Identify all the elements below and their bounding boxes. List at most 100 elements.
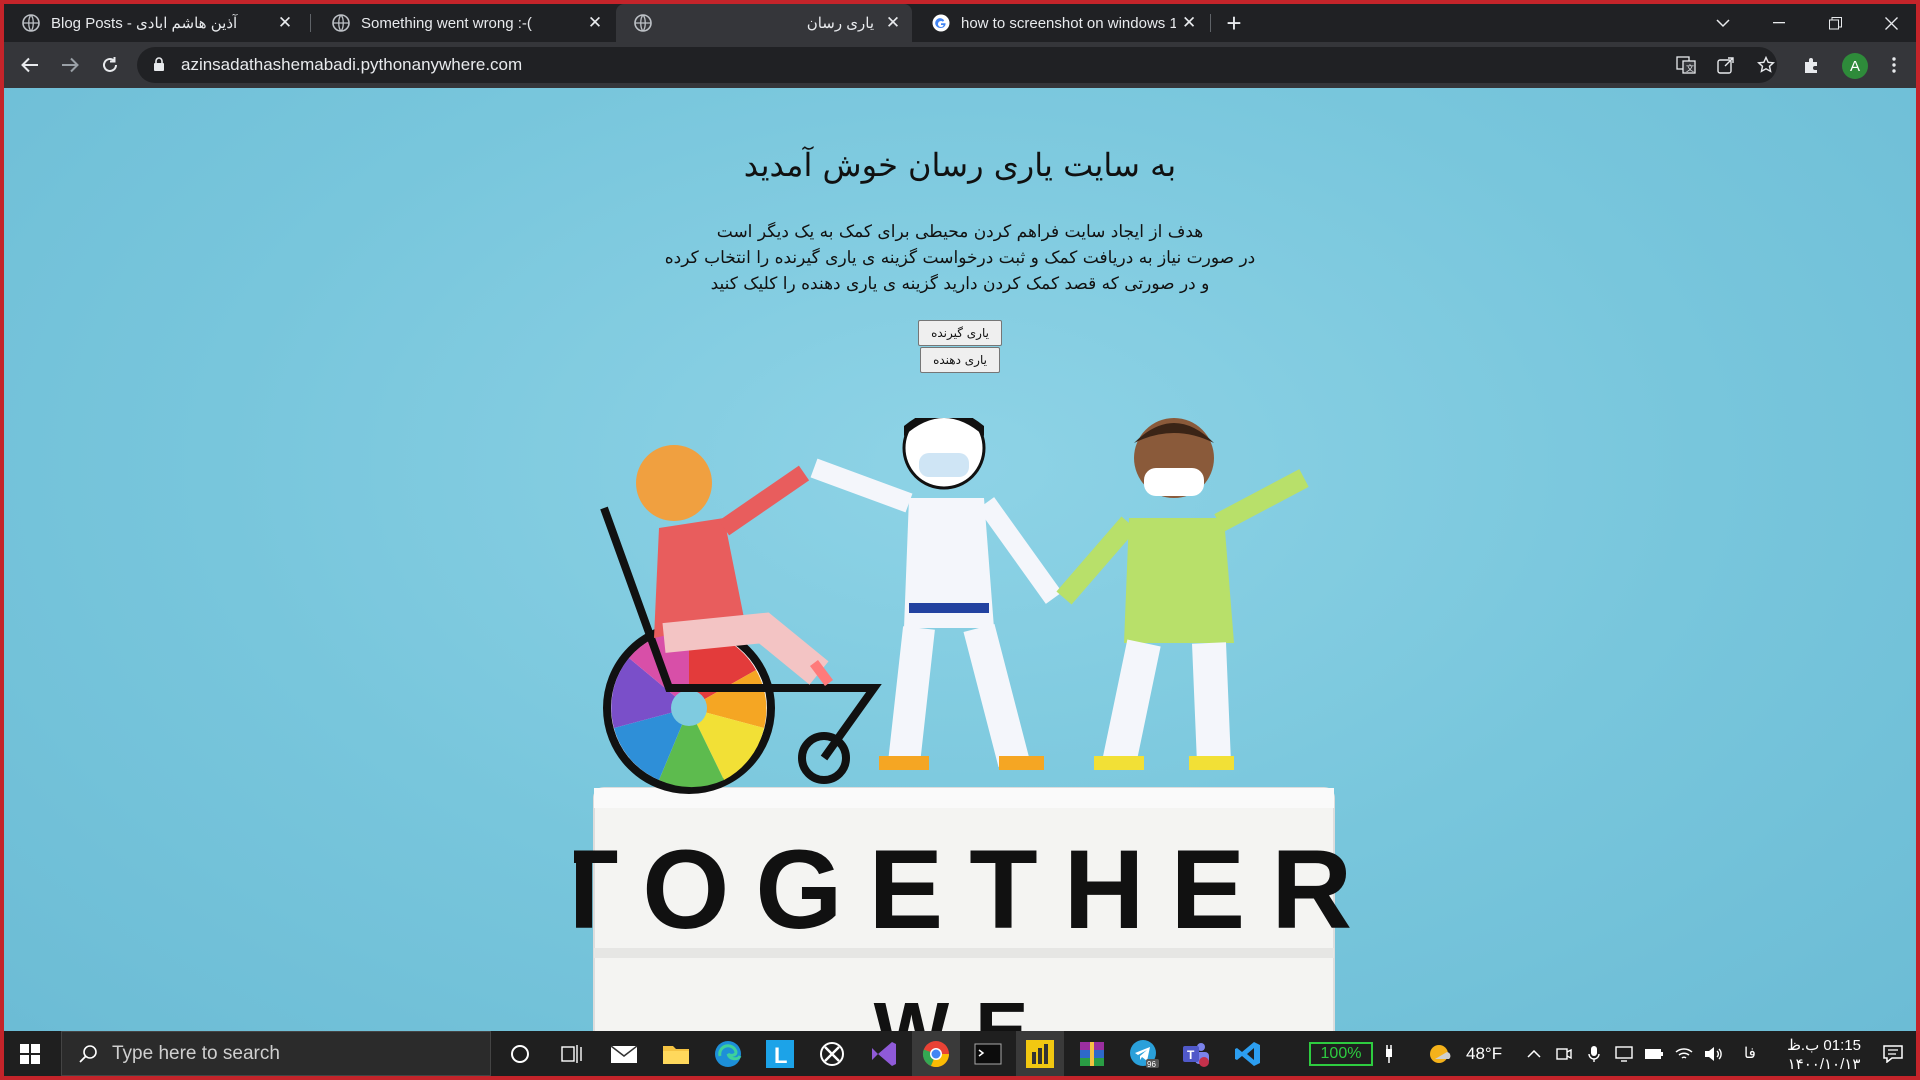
tab-strip: Blog Posts - آذین هاشم ابادی ✕ Something… — [4, 4, 1916, 42]
page-title: به سایت یاری رسان خوش آمدید — [743, 146, 1177, 184]
close-tab-icon[interactable]: ✕ — [1176, 10, 1202, 36]
taskbar-search-box[interactable]: Type here to search — [61, 1031, 491, 1076]
close-tab-icon[interactable]: ✕ — [880, 10, 906, 36]
vscode-app[interactable] — [1224, 1031, 1272, 1076]
close-tab-icon[interactable]: ✕ — [582, 10, 608, 36]
tab-title: how to screenshot on windows 1 — [961, 14, 1177, 32]
browser-toolbar: azinsadathashemabadi.pythonanywhere.com … — [4, 42, 1916, 88]
teams-app[interactable]: T — [1172, 1031, 1220, 1076]
help-receiver-button[interactable]: یاری گیرنده — [918, 320, 1002, 346]
powerbi-app[interactable] — [1016, 1031, 1064, 1076]
svg-text:T: T — [1187, 1048, 1195, 1062]
cortana-icon — [511, 1044, 529, 1063]
terminal-icon — [974, 1043, 1002, 1064]
close-icon — [1884, 16, 1898, 30]
intro-line: هدف از ایجاد سایت فراهم کردن محیطی برای … — [716, 222, 1204, 242]
restore-icon — [1828, 16, 1842, 29]
weather-icon[interactable] — [1422, 1031, 1458, 1076]
globe-icon — [22, 14, 40, 32]
url-text: azinsadathashemabadi.pythonanywhere.com — [181, 55, 523, 74]
intro-line: و در صورتی که قصد کمک کردن دارید گزینه ی… — [710, 274, 1210, 294]
svg-text:L: L — [774, 1043, 787, 1068]
vscode-icon — [1235, 1041, 1260, 1066]
minimize-button[interactable] — [1756, 4, 1802, 42]
intro-paragraph: هدف از ایجاد سایت فراهم کردن محیطی برای … — [4, 219, 1916, 297]
battery-percentage[interactable]: 100% — [1309, 1042, 1373, 1066]
telegram-badge: 96 — [1147, 1060, 1156, 1069]
puzzle-icon — [1805, 58, 1817, 73]
notification-icon — [1883, 1044, 1903, 1063]
l-app-icon: L — [766, 1039, 794, 1068]
close-tab-icon[interactable]: ✕ — [272, 10, 298, 36]
telegram-app[interactable]: 96 — [1120, 1031, 1168, 1076]
volume-icon[interactable] — [1700, 1031, 1728, 1076]
menu-button[interactable] — [1882, 49, 1906, 81]
clock-date: ۱۴۰۰/۱۰/۱۳ — [1787, 1056, 1861, 1073]
chevron-up-icon[interactable] — [1520, 1031, 1548, 1076]
start-button[interactable] — [6, 1031, 54, 1076]
chrome-icon — [922, 1040, 949, 1067]
bookmark-star-icon[interactable] — [1755, 56, 1777, 74]
tab-something-went-wrong[interactable]: Something went wrong :-( ✕ — [314, 4, 614, 42]
profile-avatar[interactable]: A — [1842, 53, 1868, 79]
meet-now-icon[interactable] — [1550, 1031, 1578, 1076]
restore-button[interactable] — [1812, 4, 1858, 42]
back-button[interactable] — [14, 49, 46, 81]
visual-studio-icon — [872, 1041, 896, 1066]
weather-temp[interactable]: 48°F — [1466, 1044, 1502, 1064]
tab-how-to-screenshot[interactable]: how to screenshot on windows 1 ✕ — [914, 4, 1208, 42]
mail-app[interactable] — [600, 1031, 648, 1076]
clock[interactable]: 01:15 ب.ظ ۱۴۰۰/۱۰/۱۳ — [1782, 1033, 1866, 1074]
wifi-icon[interactable] — [1670, 1031, 1698, 1076]
clock-time: 01:15 ب.ظ — [1787, 1037, 1861, 1054]
cortana-button[interactable] — [496, 1031, 544, 1076]
svg-text:文: 文 — [1686, 63, 1694, 73]
browser-window: Blog Posts - آذین هاشم ابادی ✕ Something… — [4, 4, 1916, 1031]
edge-app[interactable] — [704, 1031, 752, 1076]
terminal-app[interactable] — [964, 1031, 1012, 1076]
new-tab-button[interactable]: + — [1220, 8, 1248, 38]
share-icon[interactable] — [1715, 56, 1737, 74]
extensions-button[interactable] — [1796, 49, 1828, 81]
reload-button[interactable] — [94, 49, 126, 81]
file-explorer-app[interactable] — [652, 1031, 700, 1076]
help-giver-button[interactable]: یاری دهنده — [920, 347, 1000, 373]
tab-title: یاری رسان — [806, 15, 874, 32]
more-vertical-icon — [1892, 57, 1896, 73]
address-bar[interactable]: azinsadathashemabadi.pythonanywhere.com … — [137, 47, 1777, 83]
arrow-left-icon — [21, 57, 38, 73]
tab-yari-resan[interactable]: یاری رسان ✕ — [616, 4, 912, 42]
xbox-app[interactable] — [808, 1031, 856, 1076]
translate-icon[interactable]: 文 — [1675, 56, 1697, 74]
battery-icon[interactable] — [1640, 1031, 1668, 1076]
chrome-app[interactable] — [912, 1031, 960, 1076]
page-viewport: به سایت یاری رسان خوش آمدید هدف از ایجاد… — [4, 88, 1916, 1031]
minimize-icon — [1773, 22, 1785, 24]
close-window-button[interactable] — [1868, 4, 1914, 42]
tab-title: Blog Posts - آذین هاشم ابادی — [51, 15, 238, 32]
search-placeholder: Type here to search — [112, 1042, 280, 1064]
winrar-app[interactable] — [1068, 1031, 1116, 1076]
display-icon[interactable] — [1610, 1031, 1638, 1076]
search-icon — [79, 1044, 97, 1063]
task-view-button[interactable] — [548, 1031, 596, 1076]
power-plug-icon[interactable] — [1376, 1031, 1402, 1076]
action-center-button[interactable] — [1874, 1031, 1912, 1076]
winrar-icon — [1080, 1041, 1104, 1066]
microphone-icon[interactable] — [1580, 1031, 1608, 1076]
windows-taskbar: Type here to search L 96 T 100% 48°F فا … — [4, 1031, 1916, 1076]
google-icon — [932, 14, 950, 32]
chevron-down-icon — [1716, 18, 1730, 27]
task-view-icon — [561, 1044, 582, 1063]
teams-icon: T — [1183, 1042, 1209, 1067]
forward-button[interactable] — [54, 49, 86, 81]
reload-icon — [103, 57, 117, 72]
tab-blog-posts[interactable]: Blog Posts - آذین هاشم ابادی ✕ — [4, 4, 304, 42]
visual-studio-app[interactable] — [860, 1031, 908, 1076]
tab-search-button[interactable] — [1700, 4, 1746, 42]
tab-title: Something went wrong :-( — [361, 14, 532, 32]
together-text: TOGETHER — [574, 827, 1378, 952]
l-app[interactable]: L — [756, 1031, 804, 1076]
globe-icon — [332, 14, 350, 32]
input-language[interactable]: فا — [1744, 1044, 1756, 1062]
